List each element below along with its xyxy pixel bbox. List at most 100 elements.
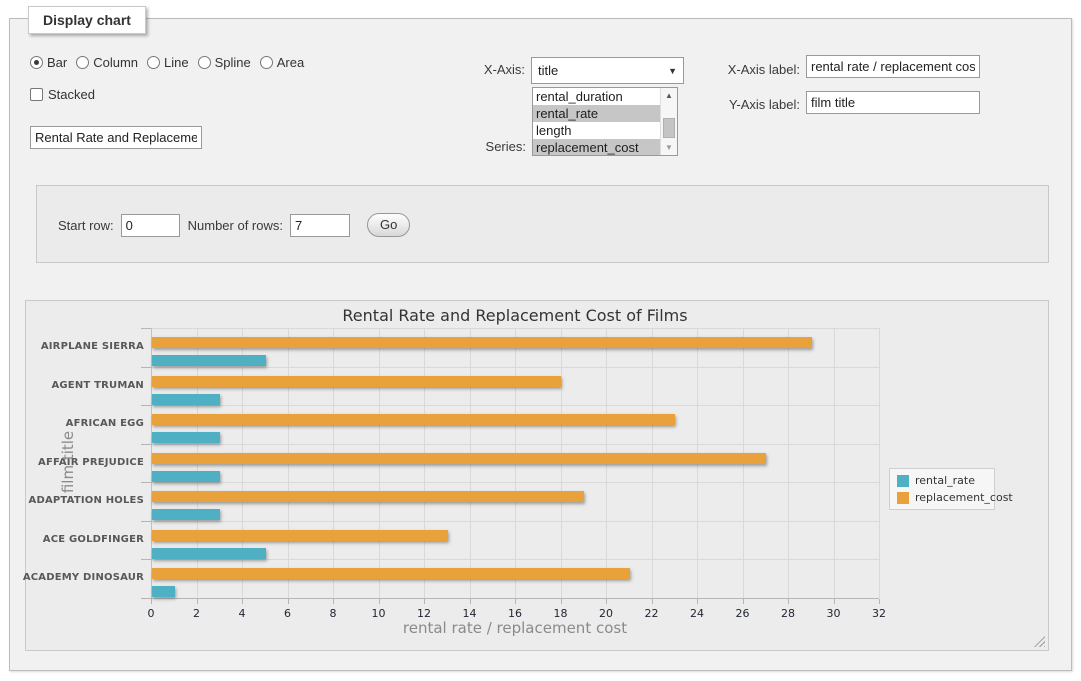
- radio-label: Area: [277, 55, 304, 70]
- bar-replacement_cost: [152, 453, 766, 464]
- gridline: [151, 521, 879, 522]
- x-tick: [606, 599, 607, 604]
- bar-rental_rate: [152, 548, 266, 559]
- chart-title: Rental Rate and Replacement Cost of Film…: [151, 306, 879, 325]
- legend-swatch-icon: [897, 492, 909, 504]
- gridline: [151, 482, 879, 483]
- y-tick: [141, 328, 151, 329]
- fieldset-legend: Display chart: [28, 6, 146, 34]
- stacked-label: Stacked: [48, 87, 95, 102]
- gridline: [834, 328, 835, 598]
- bar-rental_rate: [152, 586, 175, 597]
- radio-label: Line: [164, 55, 189, 70]
- gridline: [151, 444, 879, 445]
- y-tick: [141, 482, 151, 483]
- y-tick: [141, 521, 151, 522]
- x-tick: [242, 599, 243, 604]
- bar-replacement_cost: [152, 337, 812, 348]
- x-tick: [743, 599, 744, 604]
- y-tick: [141, 598, 151, 599]
- x-axis-line: [151, 598, 879, 599]
- x-tick: [515, 599, 516, 604]
- gridline: [151, 328, 879, 329]
- y-tick: [141, 444, 151, 445]
- start-row-label: Start row:: [58, 218, 114, 233]
- legend-label: rental_rate: [915, 474, 975, 487]
- radio-option-column[interactable]: Column: [76, 55, 138, 70]
- x-tick: [424, 599, 425, 604]
- gridline: [151, 559, 879, 560]
- legend-item-replacement_cost[interactable]: replacement_cost: [897, 491, 990, 504]
- x-axis-label-label: X-Axis label:: [712, 62, 800, 77]
- series-options: rental_durationrental_ratelengthreplacem…: [533, 88, 660, 156]
- x-axis-title: rental rate / replacement cost: [151, 619, 879, 637]
- chart-type-radios: Bar Column Line Spline Area: [30, 55, 304, 70]
- stacked-checkbox[interactable]: [30, 88, 43, 101]
- x-tick: [379, 599, 380, 604]
- radio-label: Column: [93, 55, 138, 70]
- radio-option-spline[interactable]: Spline: [198, 55, 251, 70]
- x-tick: [561, 599, 562, 604]
- x-tick: [197, 599, 198, 604]
- radio-option-bar[interactable]: Bar: [30, 55, 67, 70]
- radio-icon[interactable]: [198, 56, 211, 69]
- chart-legend: rental_rate replacement_cost: [889, 468, 995, 510]
- series-option-rental_rate[interactable]: rental_rate: [533, 105, 660, 122]
- row-range-panel: Start row: Number of rows: Go: [36, 185, 1049, 263]
- legend-swatch-icon: [897, 475, 909, 487]
- radio-option-area[interactable]: Area: [260, 55, 304, 70]
- stacked-checkbox-row[interactable]: Stacked: [30, 87, 95, 102]
- x-axis-label-input[interactable]: [806, 55, 980, 78]
- y-tick: [141, 367, 151, 368]
- series-scrollbar[interactable]: ▲ ▼: [660, 88, 677, 155]
- radio-label: Spline: [215, 55, 251, 70]
- radio-icon[interactable]: [147, 56, 160, 69]
- series-select-label: Series:: [460, 139, 526, 154]
- gridline: [151, 367, 879, 368]
- x-axis-select[interactable]: title ▼: [531, 57, 684, 84]
- bar-replacement_cost: [152, 491, 584, 502]
- radio-icon[interactable]: [76, 56, 89, 69]
- series-option-length[interactable]: length: [533, 122, 660, 139]
- radio-label: Bar: [47, 55, 67, 70]
- bar-rental_rate: [152, 471, 220, 482]
- chart-title-input[interactable]: [30, 126, 202, 149]
- x-tick: [151, 599, 152, 604]
- bar-replacement_cost: [152, 376, 561, 387]
- x-axis-selected-value: title: [538, 63, 558, 78]
- legend-item-rental_rate[interactable]: rental_rate: [897, 474, 990, 487]
- num-rows-input[interactable]: [290, 214, 350, 237]
- category-label: AIRPLANE SIERRA: [0, 341, 144, 352]
- legend-label: replacement_cost: [915, 491, 1013, 504]
- y-axis-label-input[interactable]: [806, 91, 980, 114]
- bar-replacement_cost: [152, 568, 630, 579]
- radio-option-line[interactable]: Line: [147, 55, 189, 70]
- x-tick: [879, 599, 880, 604]
- chart-container: Rental Rate and Replacement Cost of Film…: [25, 300, 1049, 651]
- series-listbox[interactable]: rental_durationrental_ratelengthreplacem…: [532, 87, 678, 156]
- series-option-rental_duration[interactable]: rental_duration: [533, 88, 660, 105]
- radio-icon[interactable]: [30, 56, 43, 69]
- scroll-up-icon[interactable]: ▲: [661, 88, 677, 103]
- scrollbar-thumb[interactable]: [663, 118, 675, 138]
- bar-rental_rate: [152, 394, 220, 405]
- bar-rental_rate: [152, 355, 266, 366]
- x-tick: [333, 599, 334, 604]
- x-tick: [788, 599, 789, 604]
- x-axis-select-label: X-Axis:: [465, 62, 525, 77]
- go-button[interactable]: Go: [367, 213, 410, 237]
- scroll-down-icon[interactable]: ▼: [661, 140, 677, 155]
- start-row-input[interactable]: [121, 214, 180, 237]
- x-tick: [834, 599, 835, 604]
- radio-icon[interactable]: [260, 56, 273, 69]
- category-label: ACADEMY DINOSAUR: [0, 572, 144, 583]
- bar-rental_rate: [152, 509, 220, 520]
- resize-handle-icon[interactable]: [1034, 636, 1045, 647]
- y-axis-label-label: Y-Axis label:: [712, 97, 800, 112]
- x-tick: [470, 599, 471, 604]
- gridline: [788, 328, 789, 598]
- series-option-replacement_cost[interactable]: replacement_cost: [533, 139, 660, 156]
- gridline: [879, 328, 880, 598]
- y-tick: [141, 559, 151, 560]
- num-rows-label: Number of rows:: [188, 218, 283, 233]
